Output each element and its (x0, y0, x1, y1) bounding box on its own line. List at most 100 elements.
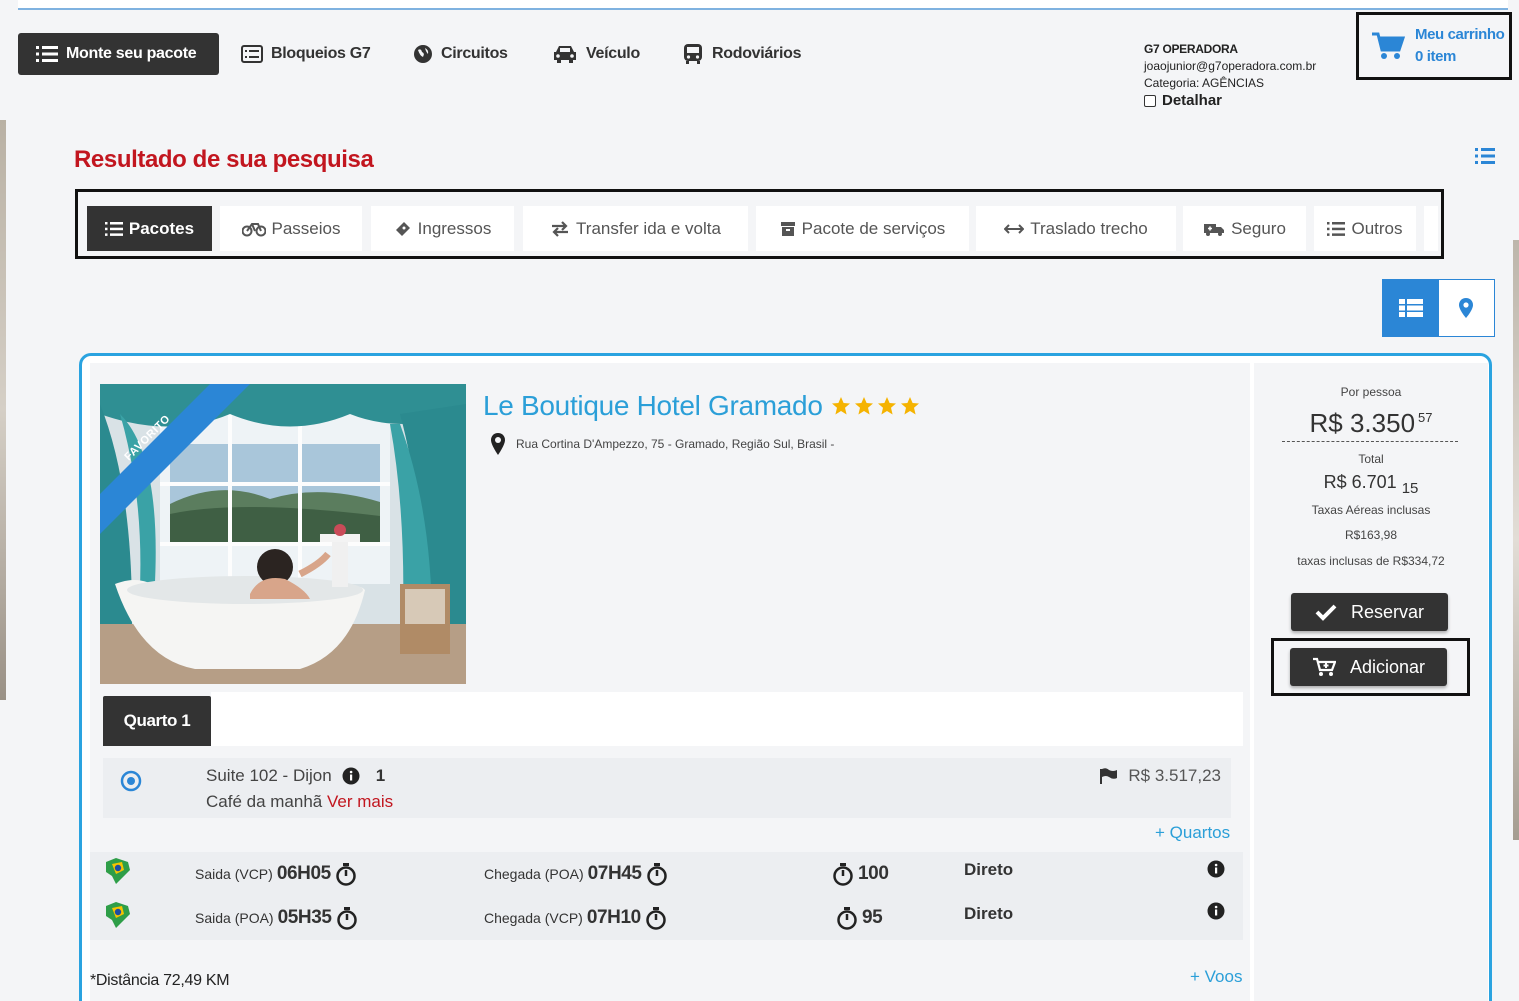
radio-selected-icon[interactable] (120, 770, 142, 792)
star-icon (854, 397, 873, 415)
stopwatch-icon (646, 863, 667, 886)
left-edge-decoration (0, 120, 6, 700)
hotel-name[interactable]: Le Boutique Hotel Gramado (483, 390, 823, 422)
tab-pacotes[interactable]: Pacotes (87, 206, 212, 251)
arrival-time: 07H10 (586, 907, 641, 928)
archive-icon (780, 221, 795, 236)
air-tax-value: R$163,98 (1344, 528, 1398, 542)
ambulance-icon (1204, 223, 1225, 236)
detail-checkbox[interactable] (1144, 95, 1156, 107)
stopwatch-icon (336, 863, 356, 886)
tab-label: Pacote de serviços (801, 218, 946, 238)
stopwatch-icon (336, 907, 357, 930)
tab-ingressos[interactable]: Ingressos (371, 206, 514, 251)
tab-seguro[interactable]: Seguro (1183, 206, 1306, 251)
flights-table: Saida (VCP) 06H05 Chegada (POA) 07H45 10… (90, 852, 1243, 940)
tab-label: Outros (1351, 218, 1403, 238)
room-option[interactable]: Suite 102 - Dijon 1 Café da manhã Ver ma… (103, 758, 1231, 818)
detail-label: Detalhar (1162, 92, 1223, 109)
room-board: Café da manhã (206, 792, 323, 811)
hotel-address: Rua Cortina D'Ampezzo, 75 - Gramado, Reg… (516, 437, 835, 451)
nav-monte-seu-pacote[interactable]: Monte seu pacote (18, 33, 219, 75)
add-to-cart-button[interactable]: Adicionar (1290, 648, 1447, 686)
room-name: Suite 102 - Dijon (206, 766, 332, 785)
info-circle-icon[interactable] (1207, 902, 1225, 920)
info-circle-icon[interactable] (342, 767, 360, 785)
nav-bloqueios[interactable]: Bloqueios G7 (241, 33, 371, 75)
tab-pacote-servicos[interactable]: Pacote de serviços (756, 206, 969, 251)
tab-quarto-1[interactable]: Quarto 1 (103, 696, 211, 746)
map-marker-icon (491, 433, 505, 455)
total-price-main: R$ 6.701 (1323, 472, 1397, 492)
tabs-spacer (1424, 206, 1438, 251)
more-rooms-link[interactable]: + Quartos (1155, 823, 1230, 843)
map-view-button[interactable] (1439, 280, 1495, 336)
th-list-icon (1398, 299, 1423, 317)
nav-circuitos[interactable]: Circuitos (413, 33, 508, 75)
nav-label: Bloqueios G7 (271, 45, 371, 62)
info-circle-icon[interactable] (1207, 860, 1225, 878)
nav-rodoviarios[interactable]: Rodoviários (682, 33, 801, 75)
more-flights-link[interactable]: + Voos (1190, 967, 1242, 987)
per-person-label: Por pessoa (1340, 385, 1402, 399)
flight-type: Direto (964, 904, 1014, 923)
departure-time: 06H05 (276, 863, 331, 884)
airline-logo-icon (106, 858, 130, 884)
list-icon (1327, 221, 1346, 236)
page-title: Resultado de sua pesquisa (74, 146, 374, 173)
reserve-button[interactable]: Reservar (1291, 593, 1448, 631)
hotel-address-row: Rua Cortina D'Ampezzo, 75 - Gramado, Reg… (490, 432, 834, 456)
tab-label: Passeios (271, 218, 341, 238)
duration: 95 (836, 906, 883, 930)
globe-icon (414, 45, 432, 63)
nav-veiculo[interactable]: Veículo (552, 33, 640, 75)
list-ol-icon[interactable] (1475, 146, 1495, 171)
total-price: R$ 6.701 15 (1254, 472, 1488, 497)
tab-transfer[interactable]: Transfer ida e volta (523, 206, 748, 251)
duration: 100 (832, 862, 889, 886)
hotel-photo[interactable]: FAVORITO (100, 384, 466, 684)
tab-outros[interactable]: Outros (1314, 206, 1416, 251)
add-label: Adicionar (1349, 656, 1426, 677)
departure: Saida (VCP) 06H05 (195, 862, 357, 886)
flight-row[interactable]: Saida (VCP) 06H05 Chegada (POA) 07H45 10… (90, 852, 1243, 896)
detail-checkbox-row[interactable]: Detalhar (1144, 92, 1316, 110)
map-marker-icon (1459, 298, 1474, 318)
departure-label: Saida (VCP) (195, 866, 273, 882)
duration-value: 95 (862, 907, 883, 928)
hotel-stars (831, 396, 920, 416)
room-tab-bar (211, 692, 1243, 746)
total-label: Total (1358, 452, 1384, 466)
star-icon (877, 397, 896, 415)
list-icon (36, 46, 58, 62)
tab-passeios[interactable]: Passeios (220, 206, 362, 251)
right-edge-decoration (1513, 240, 1519, 840)
list-view-button[interactable] (1383, 280, 1439, 336)
list-icon (104, 221, 123, 236)
per-person-price-cents: 57 (1418, 410, 1433, 426)
check-icon (1315, 604, 1337, 621)
flight-type: Direto (964, 860, 1014, 879)
tab-traslado-trecho[interactable]: Traslado trecho (976, 206, 1176, 251)
per-person-price: R$ 3.350 57 (1254, 408, 1488, 439)
account-info: G7 OPERADORA joaojunior@g7operadora.com.… (1144, 40, 1316, 110)
cart-button[interactable]: Meu carrinho 0 item (1356, 12, 1512, 80)
exchange-icon (552, 220, 569, 237)
stopwatch-icon (833, 863, 853, 886)
tab-label: Seguro (1231, 218, 1286, 238)
flight-row[interactable]: Saida (POA) 05H35 Chegada (VCP) 07H10 95… (90, 896, 1243, 940)
cart-title: Meu carrinho (1415, 26, 1505, 43)
car-icon (554, 46, 576, 63)
arrival-time: 07H45 (587, 863, 642, 884)
arrival: Chegada (POA) 07H45 (484, 862, 668, 886)
nav-label: Monte seu pacote (66, 45, 197, 62)
nav-label: Circuitos (441, 45, 508, 62)
tab-label: Transfer ida e volta (576, 218, 721, 238)
account-email: joaojunior@g7operadora.com.br (1144, 59, 1317, 73)
per-person-price-main: R$ 3.350 (1309, 408, 1416, 438)
departure-time: 05H35 (277, 907, 332, 928)
room-more-link[interactable]: Ver mais (327, 792, 393, 811)
flag-icon (1100, 768, 1118, 784)
account-category: Categoria: AGÊNCIAS (1144, 76, 1265, 90)
nav-label: Rodoviários (712, 45, 802, 62)
